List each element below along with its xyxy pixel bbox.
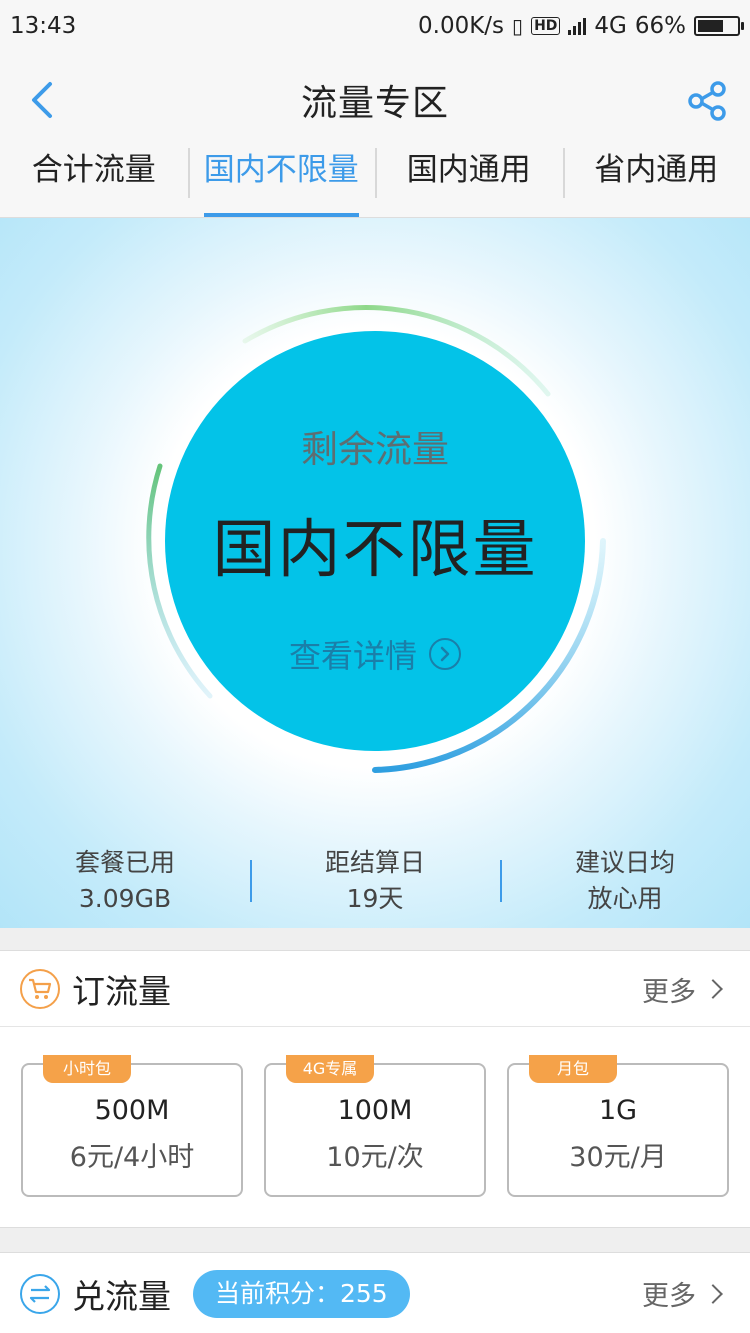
stat-plan-used: 套餐已用 3.09GB	[0, 846, 250, 918]
more-link[interactable]: 更多	[642, 1253, 723, 1333]
package-price: 30元/月	[569, 1142, 667, 1173]
remaining-label: 剩余流量	[301, 428, 449, 471]
package-card[interactable]: 小时包 500M 6元/4小时	[21, 1055, 243, 1197]
package-badge: 月包	[529, 1055, 617, 1083]
chevron-right-icon	[703, 979, 723, 999]
stat-value: 19天	[346, 884, 404, 913]
battery-icon	[694, 16, 744, 36]
tab-bar: 合计流量 国内不限量 国内通用 省内通用	[0, 148, 750, 218]
package-size: 1G	[598, 1095, 638, 1126]
stat-days-to-billing: 距结算日 19天	[250, 846, 500, 918]
tab-domestic-unlimited[interactable]: 国内不限量	[187, 148, 376, 217]
exchange-icon	[20, 1273, 60, 1314]
package-badge: 4G专属	[286, 1055, 374, 1083]
signal-icon	[568, 17, 587, 35]
stat-key: 建议日均	[574, 848, 675, 877]
exchange-data-section: 兑流量 当前积分：255 更多	[0, 1252, 750, 1333]
section-title: 订流量	[72, 971, 171, 1011]
hd-icon: HD	[531, 17, 561, 35]
page-title: 流量专区	[300, 83, 449, 124]
remaining-value: 国内不限量	[212, 513, 538, 586]
stat-daily-suggestion: 建议日均 放心用	[500, 846, 750, 918]
cart-icon	[20, 968, 60, 1009]
package-size: 500M	[94, 1095, 170, 1126]
stat-value: 3.09GB	[78, 884, 172, 913]
view-details-link[interactable]: 查看详情	[165, 631, 585, 677]
status-bar: 13:43 0.00K/s ▯ HD 4G 66%	[0, 0, 750, 52]
status-time: 13:43	[10, 13, 77, 39]
order-data-section: 订流量 更多 小时包 500M 6元/4小时 4G专属 100M 10元/次 月…	[0, 950, 750, 1228]
package-price: 6元/4小时	[69, 1142, 195, 1173]
package-badge: 小时包	[43, 1055, 131, 1083]
points-badge: 当前积分：255	[193, 1269, 410, 1318]
chevron-right-circle-icon	[429, 638, 461, 670]
network-type: 4G	[594, 13, 627, 39]
more-label: 更多	[642, 976, 696, 1008]
chevron-right-icon	[703, 1283, 723, 1304]
battery-percent: 66%	[634, 13, 686, 39]
vibrate-icon: ▯	[512, 14, 524, 38]
stat-value: 放心用	[587, 884, 663, 913]
more-label: 更多	[642, 1281, 696, 1312]
net-speed: 0.00K/s	[418, 13, 505, 39]
tab-total-data[interactable]: 合计流量	[0, 148, 188, 217]
more-link[interactable]: 更多	[642, 951, 723, 1027]
tab-provincial-general[interactable]: 省内通用	[562, 148, 750, 217]
section-header: 兑流量 当前积分：255 更多	[0, 1253, 750, 1333]
view-details-label: 查看详情	[288, 637, 417, 675]
status-right: 0.00K/s ▯ HD 4G 66%	[418, 13, 744, 39]
package-cards: 小时包 500M 6元/4小时 4G专属 100M 10元/次 月包 1G 30…	[0, 1027, 750, 1227]
section-header: 订流量 更多	[0, 951, 750, 1027]
data-overview: 剩余流量 国内不限量 查看详情 套餐已用 3.09GB 距结算日 19天 建议日…	[0, 218, 750, 928]
back-icon[interactable]	[28, 80, 58, 120]
package-card[interactable]: 月包 1G 30元/月	[507, 1055, 729, 1197]
stat-key: 套餐已用	[74, 848, 175, 877]
section-title: 兑流量	[72, 1276, 171, 1316]
package-size: 100M	[337, 1095, 413, 1126]
remaining-data-circle[interactable]: 剩余流量 国内不限量 查看详情	[165, 331, 585, 751]
package-price: 10元/次	[326, 1142, 424, 1173]
app-header: 流量专区	[0, 52, 750, 148]
stat-key: 距结算日	[324, 848, 425, 877]
package-card[interactable]: 4G专属 100M 10元/次	[264, 1055, 486, 1197]
share-icon[interactable]	[686, 80, 728, 122]
usage-stats: 套餐已用 3.09GB 距结算日 19天 建议日均 放心用	[0, 846, 750, 918]
tab-domestic-general[interactable]: 国内通用	[375, 148, 563, 217]
